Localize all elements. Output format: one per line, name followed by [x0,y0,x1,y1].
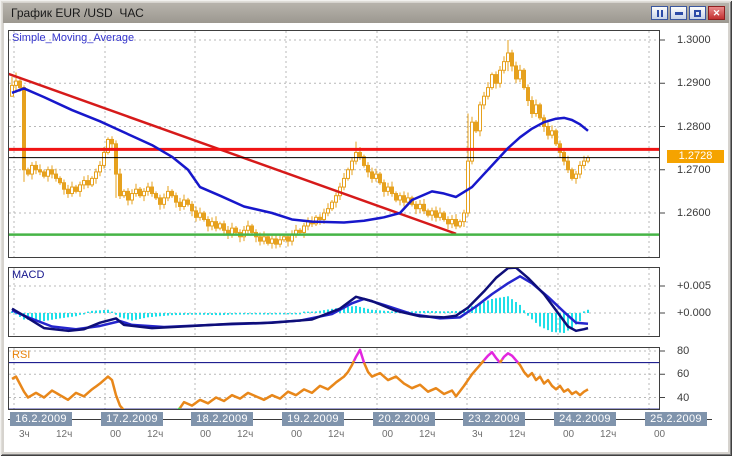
date-badge: 24.2.2009 [554,412,616,426]
time-label: 00 [563,429,574,440]
price-axis-label: 1.3000 [677,34,711,46]
rsi-axis-label: 80 [677,345,689,357]
time-label: 00 [291,429,302,440]
price-axis-label: 1.2800 [677,121,711,133]
time-label: 12ч [600,429,616,440]
rsi-axis-label: 60 [677,368,689,380]
time-label: 00 [654,429,665,440]
time-label: 12ч [237,429,253,440]
time-label: 00 [200,429,211,440]
time-label: 12ч [56,429,72,440]
time-label: 00 [110,429,121,440]
date-badge: 16.2.2009 [10,412,72,426]
date-badge: 18.2.2009 [191,412,253,426]
date-badge: 23.2.2009 [463,412,525,426]
maximize-button[interactable] [689,6,706,20]
price-axis-label: 1.2600 [677,207,711,219]
time-label: 3ч [472,429,483,440]
rsi-axis-label: 40 [677,392,689,404]
price-axis-label: 1.2900 [677,77,711,89]
current-price-badge: 1.2728 [667,150,724,163]
close-icon: ✕ [713,9,721,18]
macd-panel[interactable] [8,267,660,337]
macd-indicator-label: MACD [12,269,44,281]
price-axis-label: 1.2700 [677,164,711,176]
minimize-button[interactable] [670,6,687,20]
date-badge: 25.2.2009 [645,412,707,426]
pause-icon [657,10,663,17]
titlebar[interactable]: График EUR /USD ЧАС ✕ [3,3,729,23]
time-label: 12ч [147,429,163,440]
time-label: 00 [382,429,393,440]
time-label: 12ч [328,429,344,440]
minimize-icon [675,12,683,15]
time-label: 12ч [509,429,525,440]
time-label: 12ч [419,429,435,440]
date-badge: 19.2.2009 [282,412,344,426]
sma-indicator-label: Simple_Moving_Average [12,32,134,44]
time-label: 3ч [19,429,30,440]
date-badge: 20.2.2009 [373,412,435,426]
rsi-indicator-label: RSI [12,349,30,361]
window-title: График EUR /USD ЧАС [11,6,144,20]
price-chart-panel[interactable] [8,30,660,258]
chart-window: График EUR /USD ЧАС ✕ Simple_Moving_Aver… [0,0,732,456]
maximize-icon [694,10,701,17]
window-buttons: ✕ [651,6,725,20]
rsi-panel[interactable] [8,347,660,410]
pause-button[interactable] [651,6,668,20]
date-badge: 17.2.2009 [101,412,163,426]
macd-axis-label: +0.000 [677,307,711,319]
macd-axis-label: +0.005 [677,280,711,292]
close-button[interactable]: ✕ [708,6,725,20]
